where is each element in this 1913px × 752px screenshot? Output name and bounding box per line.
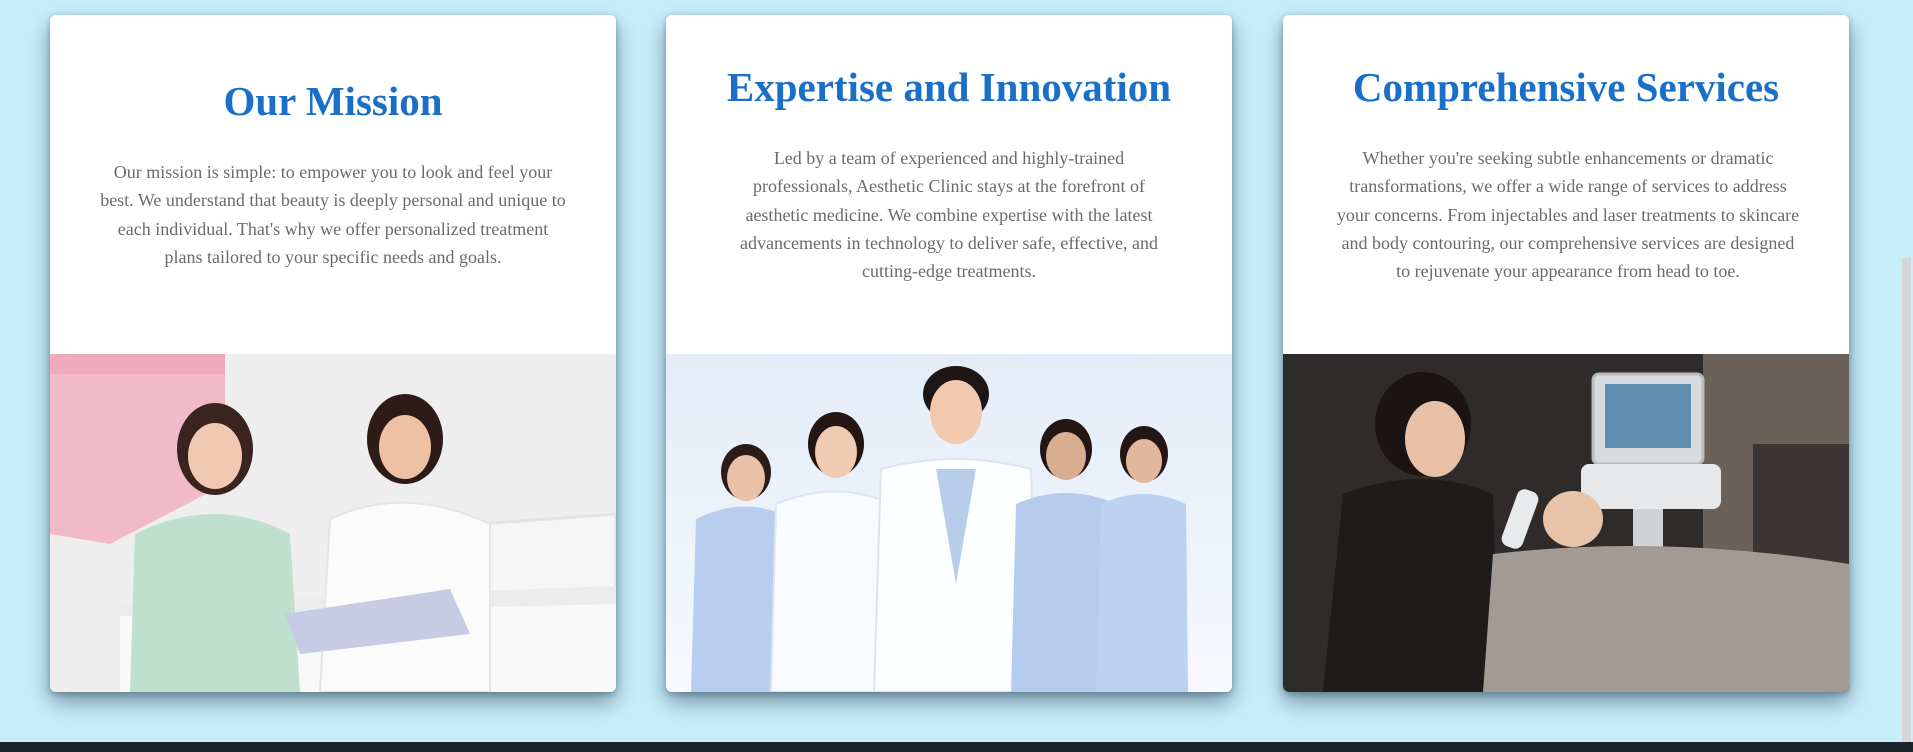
page-scrollbar[interactable] xyxy=(1898,0,1913,742)
footer-strip xyxy=(0,742,1913,752)
expertise-text: Led by a team of experienced and highly-… xyxy=(740,148,1158,282)
consultation-photo xyxy=(50,354,616,692)
expertise-title: Expertise and Innovation xyxy=(726,64,1172,110)
mission-title: Our Mission xyxy=(223,78,443,124)
scrollbar-thumb[interactable] xyxy=(1902,258,1911,742)
facial-treatment-photo xyxy=(1283,354,1849,692)
services-card: Comprehensive Services Whether you're se… xyxy=(1283,15,1849,692)
mission-card: Our Mission Our mission is simple: to em… xyxy=(50,15,616,692)
services-title: Comprehensive Services xyxy=(1352,64,1780,110)
medical-team-photo xyxy=(666,354,1232,692)
mission-text: Our mission is simple: to empower you to… xyxy=(100,162,566,267)
services-text: Whether you're seeking subtle enhancemen… xyxy=(1336,148,1800,282)
expertise-card: Expertise and Innovation Led by a team o… xyxy=(666,15,1232,692)
